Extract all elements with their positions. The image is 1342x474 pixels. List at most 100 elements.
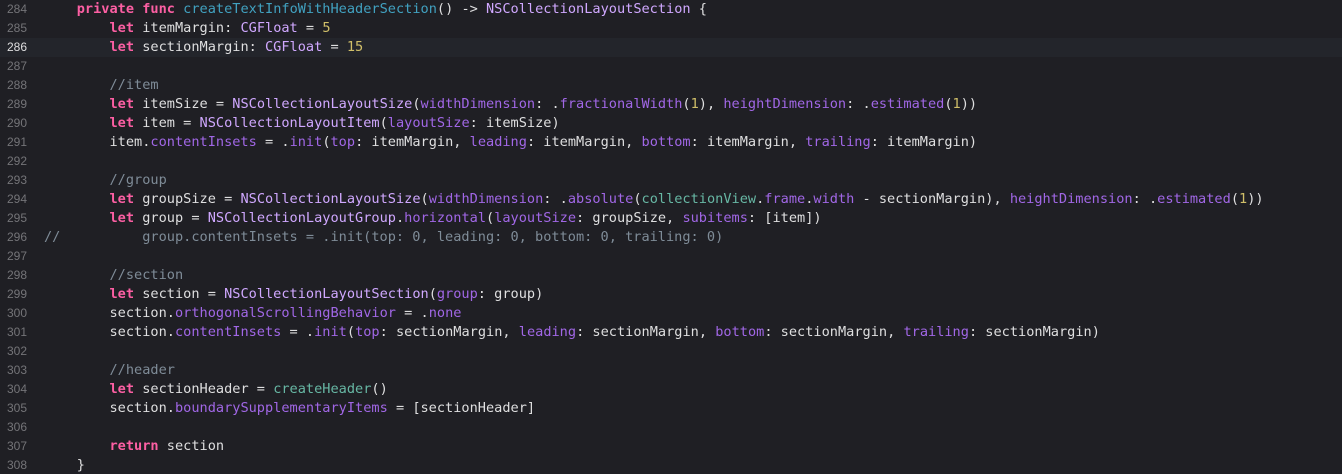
code-line[interactable]: 300 section.orthogonalScrollingBehavior … xyxy=(0,304,1342,323)
line-number: 291 xyxy=(6,135,27,149)
code-token: : itemMargin, xyxy=(355,134,470,150)
code-line[interactable]: 307 return section xyxy=(0,437,1342,456)
code-token: 5 xyxy=(322,20,331,36)
code-token: : . xyxy=(543,191,568,207)
code-token: = xyxy=(322,39,347,55)
code-line[interactable]: 290 let item = NSCollectionLayoutItem(la… xyxy=(0,114,1342,133)
code-line[interactable]: 298 //section xyxy=(0,266,1342,285)
code-token: group = xyxy=(134,210,208,226)
code-token: ( xyxy=(420,191,429,207)
code-token: section. xyxy=(109,400,175,416)
code-line[interactable]: 308 } xyxy=(0,456,1342,474)
code-token: NSCollectionLayoutSize xyxy=(232,96,413,112)
code-token: createTextInfoWithHeaderSection xyxy=(183,1,437,17)
code-token: let xyxy=(109,96,135,112)
line-number: 288 xyxy=(6,78,27,92)
code-token: heightDimension xyxy=(723,96,847,112)
code-line[interactable]: 305 section.boundarySupplementaryItems =… xyxy=(0,399,1342,418)
code-token: createHeader xyxy=(273,381,372,397)
code-editor[interactable]: 284 private func createTextInfoWithHeade… xyxy=(0,0,1342,474)
code-line[interactable]: 289 let itemSize = NSCollectionLayoutSiz… xyxy=(0,95,1342,114)
code-line[interactable]: 293 //group xyxy=(0,171,1342,190)
code-token: : sectionMargin, xyxy=(576,324,716,340)
code-token: = . xyxy=(256,134,290,150)
line-number: 298 xyxy=(6,268,27,282)
code-text: // group.contentInsets = .init(top: 0, l… xyxy=(40,228,1342,247)
code-line[interactable]: 306 xyxy=(0,418,1342,437)
code-token: orthogonalScrollingBehavior xyxy=(174,305,396,321)
code-text: let section = NSCollectionLayoutSection(… xyxy=(40,285,1342,304)
code-line[interactable]: 301 section.contentInsets = .init(top: s… xyxy=(0,323,1342,342)
code-token: CGFloat xyxy=(240,20,298,36)
code-token: { xyxy=(690,1,707,17)
code-token: contentInsets xyxy=(174,324,282,340)
code-token: heightDimension xyxy=(1009,191,1133,207)
code-token: //item xyxy=(109,77,159,93)
code-token: : itemMargin, xyxy=(526,134,642,150)
code-token: let xyxy=(109,381,135,397)
line-number: 293 xyxy=(6,173,27,187)
code-line[interactable]: 284 private func createTextInfoWithHeade… xyxy=(0,0,1342,19)
code-line[interactable]: 292 xyxy=(0,152,1342,171)
code-token: private xyxy=(76,1,135,17)
line-number: 292 xyxy=(6,154,27,168)
code-token: widthDimension xyxy=(428,191,544,207)
code-text: //section xyxy=(40,266,1342,285)
code-line[interactable]: 287 xyxy=(0,57,1342,76)
line-number: 290 xyxy=(6,116,27,130)
code-token: estimated xyxy=(870,96,945,112)
code-token: ( xyxy=(379,115,388,131)
code-token: section = xyxy=(134,286,225,302)
code-token: : group) xyxy=(477,286,544,302)
code-line[interactable]: 295 let group = NSCollectionLayoutGroup.… xyxy=(0,209,1342,228)
code-line[interactable]: 291 item.contentInsets = .init(top: item… xyxy=(0,133,1342,152)
line-number: 300 xyxy=(6,306,27,320)
code-token: sectionMargin: xyxy=(134,39,265,55)
code-line[interactable]: 297 xyxy=(0,247,1342,266)
line-number: 286 xyxy=(6,40,27,54)
code-line[interactable]: 294 let groupSize = NSCollectionLayoutSi… xyxy=(0,190,1342,209)
code-line[interactable]: 288 //item xyxy=(0,76,1342,95)
code-token: layoutSize xyxy=(387,115,470,131)
code-token: : . xyxy=(535,96,560,112)
code-token: horizontal xyxy=(404,210,486,226)
code-token: ( xyxy=(412,96,421,112)
code-token: //group xyxy=(109,172,167,188)
code-line[interactable]: 299 let section = NSCollectionLayoutSect… xyxy=(0,285,1342,304)
code-token: collectionView xyxy=(641,191,757,207)
code-line[interactable]: 304 let sectionHeader = createHeader() xyxy=(0,380,1342,399)
code-token: 1 xyxy=(1239,191,1248,207)
code-text: //group xyxy=(40,171,1342,190)
code-line[interactable]: 303 //header xyxy=(0,361,1342,380)
code-token: NSCollectionLayoutSection xyxy=(224,286,429,302)
code-token: CGFloat xyxy=(265,39,323,55)
code-token: ( xyxy=(322,134,331,150)
code-token: 15 xyxy=(346,39,364,55)
code-token: let xyxy=(109,286,135,302)
code-token: 1 xyxy=(690,96,699,112)
code-line[interactable]: 286 let sectionMargin: CGFloat = 15 xyxy=(0,38,1342,57)
code-token: let xyxy=(109,20,135,36)
code-line[interactable]: 285 let itemMargin: CGFloat = 5 xyxy=(0,19,1342,38)
code-token: let xyxy=(109,191,135,207)
code-token: ( xyxy=(346,324,356,340)
code-line[interactable]: 302 xyxy=(0,342,1342,361)
code-token: 1 xyxy=(952,96,961,112)
code-line[interactable]: 296 // group.contentInsets = .init(top: 0… xyxy=(0,228,1342,247)
code-token: absolute xyxy=(567,191,634,207)
code-token: ( xyxy=(633,191,642,207)
code-token: NSCollectionLayoutSection xyxy=(486,1,691,17)
line-number: 296 xyxy=(6,230,27,244)
code-token: = xyxy=(297,20,323,36)
code-token: : itemMargin) xyxy=(870,134,978,150)
code-token: layoutSize xyxy=(494,210,577,226)
code-text: section.orthogonalScrollingBehavior = .n… xyxy=(40,304,1342,323)
